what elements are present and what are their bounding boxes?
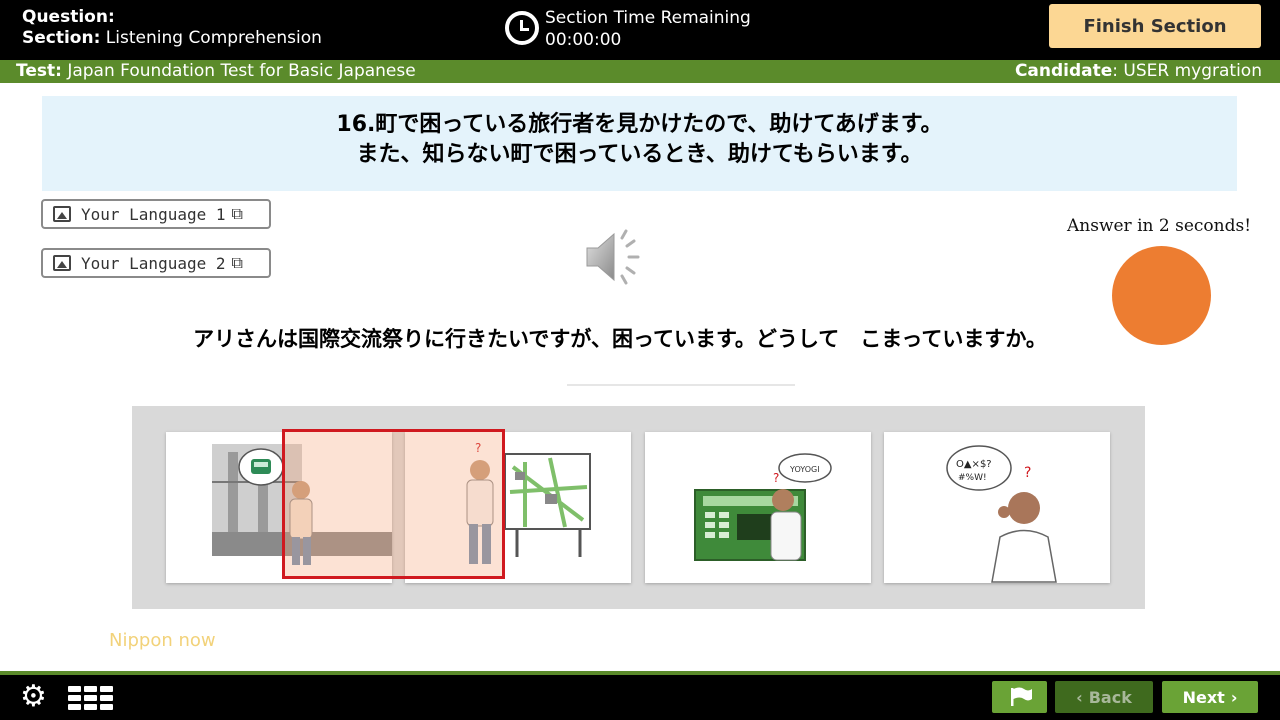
question-line-1: 16.町で困っている旅行者を見かけたので、助けてあげます。: [336, 112, 943, 137]
section-timer: Section Time Remaining 00:00:00: [505, 7, 751, 51]
back-button[interactable]: ‹ Back: [1055, 681, 1153, 713]
your-language-1-button[interactable]: Your Language 1 ⧉: [41, 199, 271, 229]
next-label: Next: [1182, 687, 1225, 707]
image-icon: [53, 206, 71, 222]
test-label: Test:: [16, 61, 62, 81]
test-info-bar: Test: Japan Foundation Test for Basic Ja…: [0, 60, 1280, 83]
flag-button[interactable]: [992, 681, 1047, 713]
sub-question: アリさんは国際交流祭りに行きたいですが、困っています。どうして こまっていますか…: [193, 327, 1047, 351]
question-prompt: 16.町で困っている旅行者を見かけたので、助けてあげます。 また、知らない町で困…: [42, 96, 1237, 191]
sign-text: YOYOGI: [789, 465, 820, 474]
speaker-icon[interactable]: [584, 226, 650, 288]
selected-answer-frame: [282, 429, 505, 579]
image-icon: [53, 255, 71, 271]
back-label: Back: [1088, 687, 1132, 707]
top-header: Question: Section: Listening Comprehensi…: [0, 0, 1280, 60]
external-link-icon: ⧉: [231, 253, 243, 272]
finish-section-button[interactable]: Finish Section: [1049, 4, 1261, 48]
choice-card-4[interactable]: O▲×$? #%W! ?: [884, 432, 1110, 583]
clock-icon: [505, 11, 539, 45]
brand-watermark: Nippon now: [109, 630, 216, 651]
chevron-right-icon: ›: [1230, 687, 1238, 707]
bubble-line-2: #%W!: [958, 473, 987, 483]
chevron-left-icon: ‹: [1076, 687, 1083, 707]
choice-card-3[interactable]: YOYOGI ?: [645, 432, 871, 583]
flag-icon: [1011, 687, 1032, 706]
grid-menu-icon[interactable]: [68, 686, 114, 710]
confused-man-illustration: O▲×$? #%W! ?: [946, 445, 1057, 583]
language-button-label: Your Language 2: [81, 253, 226, 273]
timer-title: Section Time Remaining: [545, 8, 751, 28]
candidate-label: Candidate: [1014, 61, 1113, 81]
question-line-2: また、知らない町で困っているとき、助けてもらいます。: [356, 142, 923, 167]
gear-icon[interactable]: ⚙: [20, 682, 60, 712]
external-link-icon: ⧉: [231, 204, 243, 223]
timer-value: 00:00:00: [545, 30, 622, 50]
bubble-line-1: O▲×$?: [956, 459, 992, 470]
section-label: Section:: [22, 28, 101, 48]
language-button-label: Your Language 1: [81, 204, 226, 224]
question-info: Question: Section: Listening Comprehensi…: [22, 7, 322, 49]
candidate-name: : USER mygration: [1112, 61, 1262, 81]
your-language-2-button[interactable]: Your Language 2 ⧉: [41, 248, 271, 278]
divider: [567, 384, 795, 386]
ticket-machine-illustration: YOYOGI ?: [694, 453, 832, 561]
next-button[interactable]: Next ›: [1162, 681, 1258, 713]
test-screen: Question: Section: Listening Comprehensi…: [0, 0, 1280, 720]
question-label: Question:: [22, 7, 115, 27]
section-value: Listening Comprehension: [105, 28, 322, 48]
svg-text:?: ?: [1024, 465, 1031, 481]
answer-timer-note: Answer in 2 seconds!: [1067, 216, 1252, 236]
svg-text:?: ?: [773, 471, 779, 485]
test-name: Japan Foundation Test for Basic Japanese: [67, 61, 416, 81]
